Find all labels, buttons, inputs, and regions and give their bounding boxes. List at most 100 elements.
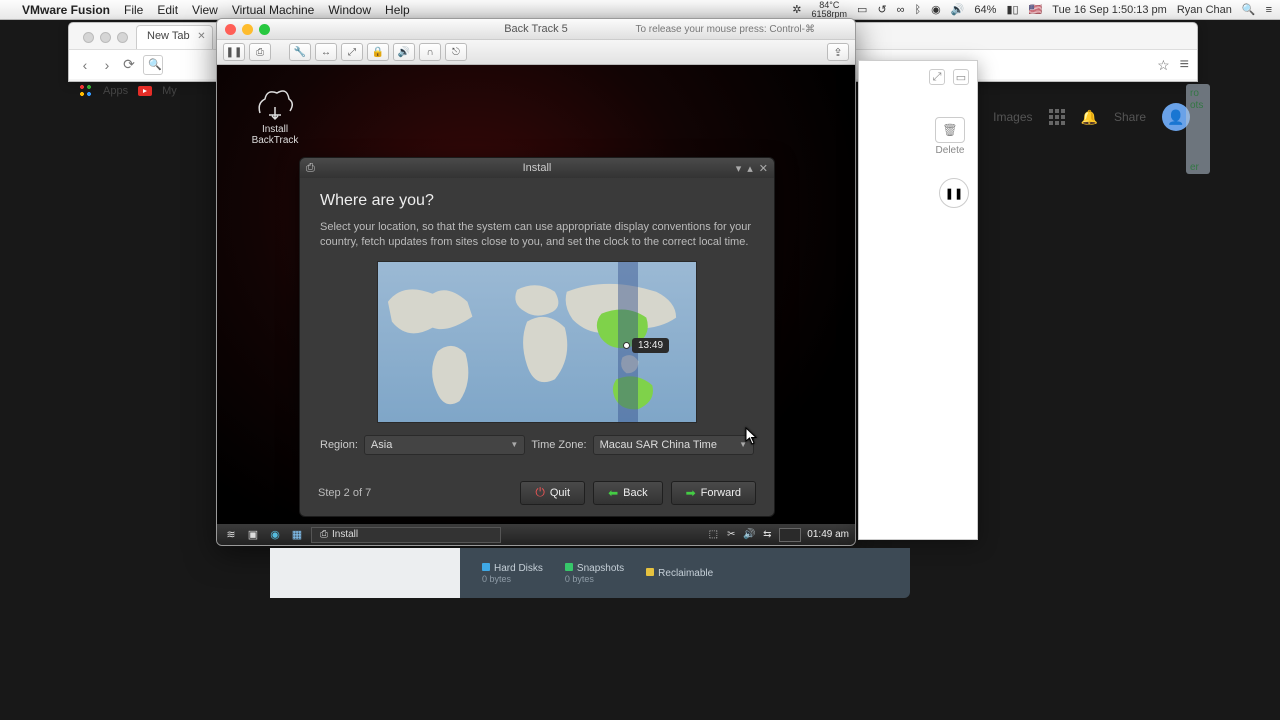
- close-tab-icon[interactable]: ✕: [197, 31, 205, 42]
- chrome-tab-title: New Tab: [147, 30, 190, 42]
- infinity-icon[interactable]: ∞: [897, 4, 905, 16]
- vm-preview-box[interactable]: [270, 548, 460, 598]
- apps-grid-icon[interactable]: [79, 84, 93, 98]
- vmware-toolbar: ❚❚ ⎙ 🔧 ↔ ⤢ 🔒 🔊 ∩ ⎋ ⇪: [217, 39, 855, 65]
- vmware-window: Back Track 5 To release your mouse press…: [216, 18, 856, 546]
- tray-cut-icon[interactable]: ✂: [725, 529, 737, 540]
- chrome-traffic-lights[interactable]: [75, 26, 136, 49]
- window-minimize-icon[interactable]: ▾: [736, 162, 742, 175]
- battery-percent[interactable]: 64%: [974, 4, 996, 16]
- delete-label: Delete: [936, 145, 965, 156]
- input-flag-icon[interactable]: 🇺🇸: [1029, 3, 1043, 16]
- sync-icon[interactable]: ↺: [877, 3, 886, 16]
- vm-usb-button[interactable]: ⎋: [445, 43, 467, 61]
- menubar-clock[interactable]: Tue 16 Sep 1:50:13 pm: [1052, 4, 1167, 16]
- timezone-map[interactable]: 13:49: [377, 261, 697, 423]
- notification-center-icon[interactable]: ≡: [1266, 4, 1272, 16]
- close-icon[interactable]: [225, 24, 236, 35]
- menu-file[interactable]: File: [124, 3, 143, 17]
- tray-network-icon[interactable]: ⇆: [761, 529, 773, 540]
- terminal-icon[interactable]: ▣: [245, 527, 261, 543]
- task-icon: ⎙: [320, 529, 328, 540]
- forward-button[interactable]: ➡Forward: [671, 481, 756, 505]
- menu-help[interactable]: Help: [385, 3, 410, 17]
- app-icon[interactable]: ▦: [289, 527, 305, 543]
- display-icon[interactable]: ▭: [857, 3, 867, 16]
- chrome-menu-icon[interactable]: ≡: [1180, 56, 1189, 74]
- taskbar-task-install[interactable]: ⎙ Install: [311, 527, 501, 543]
- pause-button[interactable]: ❚❚: [939, 178, 969, 208]
- install-title: Install: [523, 162, 552, 174]
- task-label: Install: [332, 529, 358, 540]
- vm-settings-button[interactable]: 🔧: [289, 43, 311, 61]
- desktop-icon-label2: BackTrack: [245, 135, 305, 146]
- expand-icon[interactable]: ⤢: [929, 69, 945, 85]
- youtube-icon[interactable]: [138, 86, 152, 96]
- bookmark-star-icon[interactable]: ☆: [1157, 57, 1170, 74]
- vm-pause-button[interactable]: ❚❚: [223, 43, 245, 61]
- bookmarks-apps-label[interactable]: Apps: [103, 85, 128, 97]
- reload-icon[interactable]: ⟳: [121, 56, 137, 73]
- vm-lock-button[interactable]: 🔒: [367, 43, 389, 61]
- apps-grid-icon[interactable]: [1049, 109, 1065, 125]
- volume-icon[interactable]: 🔊: [951, 3, 965, 16]
- menubar-user[interactable]: Ryan Chan: [1177, 4, 1232, 16]
- fan-icon: ✲: [792, 3, 801, 16]
- chrome-tab[interactable]: New Tab ✕: [136, 25, 213, 49]
- window-mode-icon[interactable]: ▭: [953, 69, 969, 85]
- chevron-down-icon: ▼: [510, 440, 518, 449]
- tray-clipboard-icon[interactable]: ⬚: [707, 529, 719, 540]
- window-maximize-icon[interactable]: ▴: [747, 162, 753, 175]
- images-link[interactable]: Images: [993, 110, 1032, 124]
- delete-control[interactable]: 🗑 Delete: [931, 117, 969, 156]
- workspace-switcher[interactable]: [779, 528, 801, 542]
- stat-snapshots: Snapshots 0 bytes: [565, 563, 624, 584]
- vmware-mouse-hint: To release your mouse press: Control-⌘: [635, 24, 815, 35]
- wifi-icon[interactable]: ◉: [931, 3, 941, 16]
- notifications-icon[interactable]: 🔔: [1081, 109, 1098, 126]
- bookmarks-item[interactable]: My: [162, 85, 177, 97]
- spotlight-icon[interactable]: 🔍: [1242, 3, 1256, 16]
- install-titlebar[interactable]: ⎙ Install ▾ ▴ ✕: [300, 158, 774, 178]
- share-label[interactable]: Share: [1114, 110, 1146, 124]
- guest-desktop[interactable]: Install BackTrack ⎙ Install ▾ ▴ ✕ Where …: [217, 65, 855, 545]
- map-time-pill: 13:49: [632, 338, 669, 353]
- vm-share-button[interactable]: ⇪: [827, 43, 849, 61]
- vm-unity-button[interactable]: ↔: [315, 43, 337, 61]
- back-button[interactable]: ⬅Back: [593, 481, 663, 505]
- vm-library-strip: Hard Disks 0 bytes Snapshots 0 bytes Rec…: [270, 548, 910, 598]
- menu-window[interactable]: Window: [328, 3, 371, 17]
- backtrack-menu-icon[interactable]: ≋: [223, 527, 239, 543]
- chrome-omnibox[interactable]: 🔍: [143, 55, 163, 75]
- bluetooth-icon[interactable]: ᛒ: [915, 4, 922, 16]
- stat-hard-disks: Hard Disks 0 bytes: [482, 563, 543, 584]
- quit-button[interactable]: ⏻Quit: [520, 481, 585, 505]
- menu-edit[interactable]: Edit: [157, 3, 178, 17]
- guest-clock[interactable]: 01:49 am: [807, 529, 849, 540]
- vm-fullscreen-button[interactable]: ⤢: [341, 43, 363, 61]
- region-dropdown[interactable]: Asia ▼: [364, 435, 525, 455]
- menu-view[interactable]: View: [192, 3, 218, 17]
- menubar-app-name[interactable]: VMware Fusion: [22, 3, 110, 17]
- vmware-titlebar[interactable]: Back Track 5 To release your mouse press…: [217, 19, 855, 39]
- desktop-install-icon[interactable]: Install BackTrack: [245, 85, 305, 146]
- vm-snapshot-button[interactable]: ⎙: [249, 43, 271, 61]
- chevron-down-icon: ▼: [739, 440, 747, 449]
- timezone-label: Time Zone:: [531, 439, 586, 451]
- vm-sound-button[interactable]: 🔊: [393, 43, 415, 61]
- forward-icon: ›: [99, 57, 115, 73]
- background-window-fragment: ⤢ ▭ 🗑 Delete ❚❚: [858, 60, 978, 540]
- back-icon[interactable]: ‹: [77, 57, 93, 73]
- minimize-icon[interactable]: [242, 24, 253, 35]
- menu-virtual-machine[interactable]: Virtual Machine: [232, 3, 315, 17]
- region-value: Asia: [371, 439, 392, 451]
- timezone-dropdown[interactable]: Macau SAR China Time ▼: [593, 435, 754, 455]
- tray-volume-icon[interactable]: 🔊: [743, 529, 755, 540]
- zoom-icon[interactable]: [259, 24, 270, 35]
- vm-headphones-button[interactable]: ∩: [419, 43, 441, 61]
- region-label: Region:: [320, 439, 358, 451]
- desktop-icon-label1: Install: [245, 124, 305, 135]
- window-close-icon[interactable]: ✕: [759, 162, 768, 175]
- files-icon[interactable]: ◉: [267, 527, 283, 543]
- map-location-pin: [623, 342, 630, 349]
